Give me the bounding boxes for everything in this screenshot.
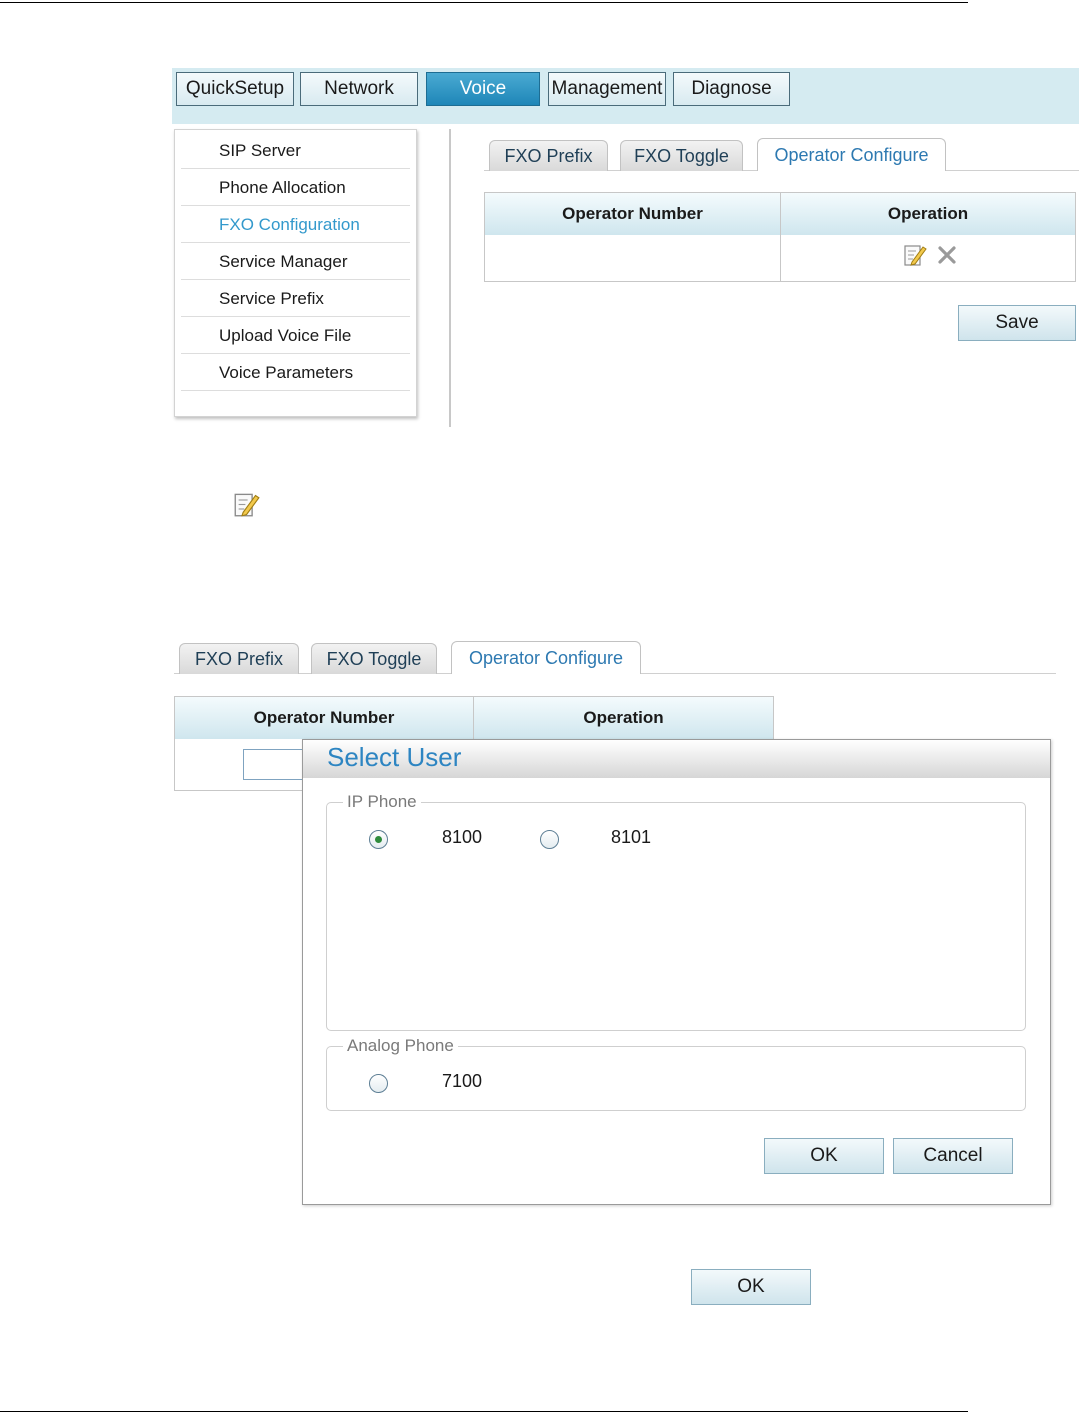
sidebar-item-sip-server[interactable]: SIP Server — [181, 132, 410, 169]
sidebar-item-voice-parameters[interactable]: Voice Parameters — [181, 354, 410, 391]
sidebar-item-service-manager[interactable]: Service Manager — [181, 243, 410, 280]
save-button[interactable]: Save — [958, 305, 1076, 341]
voice-sidebar-menu: SIP Server Phone Allocation FXO Configur… — [174, 129, 417, 417]
header-operator-number: Operator Number — [485, 193, 781, 235]
radio-8100[interactable] — [369, 830, 388, 849]
analog-phone-legend: Analog Phone — [343, 1036, 458, 1056]
radio-selected-dot — [375, 836, 382, 843]
sidebar-item-service-prefix[interactable]: Service Prefix — [181, 280, 410, 317]
tab-operator-configure[interactable]: Operator Configure — [757, 138, 946, 171]
dialog-cancel-button[interactable]: Cancel — [893, 1138, 1013, 1174]
header-operation: Operation — [474, 697, 773, 739]
dialog-ok-button[interactable]: OK — [764, 1138, 884, 1174]
sidebar-item-fxo-configuration[interactable]: FXO Configuration — [181, 206, 410, 243]
top-navigation-bar: QuickSetup Network Voice Management Diag… — [172, 68, 1079, 124]
ip-phone-group: IP Phone 8100 8101 — [326, 792, 1026, 1031]
nav-management[interactable]: Management — [548, 72, 666, 106]
page-top-rule — [0, 2, 968, 3]
ok-button[interactable]: OK — [691, 1269, 811, 1305]
dialog-title: Select User — [327, 742, 462, 772]
radio-7100[interactable] — [369, 1074, 388, 1093]
header-operation: Operation — [781, 193, 1075, 235]
tab-operator-configure[interactable]: Operator Configure — [451, 641, 641, 674]
analog-phone-group: Analog Phone 7100 — [326, 1036, 1026, 1111]
content-divider — [449, 129, 451, 427]
select-user-dialog: Select User IP Phone 8100 8101 Analog Ph… — [302, 739, 1051, 1205]
sidebar-item-upload-voice-file[interactable]: Upload Voice File — [181, 317, 410, 354]
radio-label-7100: 7100 — [442, 1071, 483, 1091]
page-bottom-rule — [0, 1411, 968, 1412]
radio-label-8101: 8101 — [611, 827, 652, 847]
nav-diagnose[interactable]: Diagnose — [673, 72, 790, 106]
header-operator-number: Operator Number — [175, 697, 474, 739]
operator-number-cell — [485, 235, 781, 281]
nav-voice[interactable]: Voice — [426, 72, 540, 106]
edit-icon — [234, 493, 260, 517]
delete-icon[interactable] — [936, 244, 958, 266]
edit-icon[interactable] — [903, 243, 927, 267]
tab-fxo-prefix[interactable]: FXO Prefix — [489, 140, 608, 171]
nav-network[interactable]: Network — [300, 72, 418, 106]
radio-label-8100: 8100 — [442, 827, 483, 847]
tab-fxo-toggle[interactable]: FXO Toggle — [620, 140, 743, 171]
tab-fxo-toggle[interactable]: FXO Toggle — [311, 643, 437, 674]
nav-quicksetup[interactable]: QuickSetup — [176, 72, 294, 106]
dialog-header: Select User — [303, 740, 1050, 778]
ip-phone-legend: IP Phone — [343, 792, 421, 812]
radio-8101[interactable] — [540, 830, 559, 849]
operator-table: Operator Number Operation — [484, 192, 1076, 282]
sidebar-item-phone-allocation[interactable]: Phone Allocation — [181, 169, 410, 206]
tab-fxo-prefix[interactable]: FXO Prefix — [179, 643, 299, 674]
